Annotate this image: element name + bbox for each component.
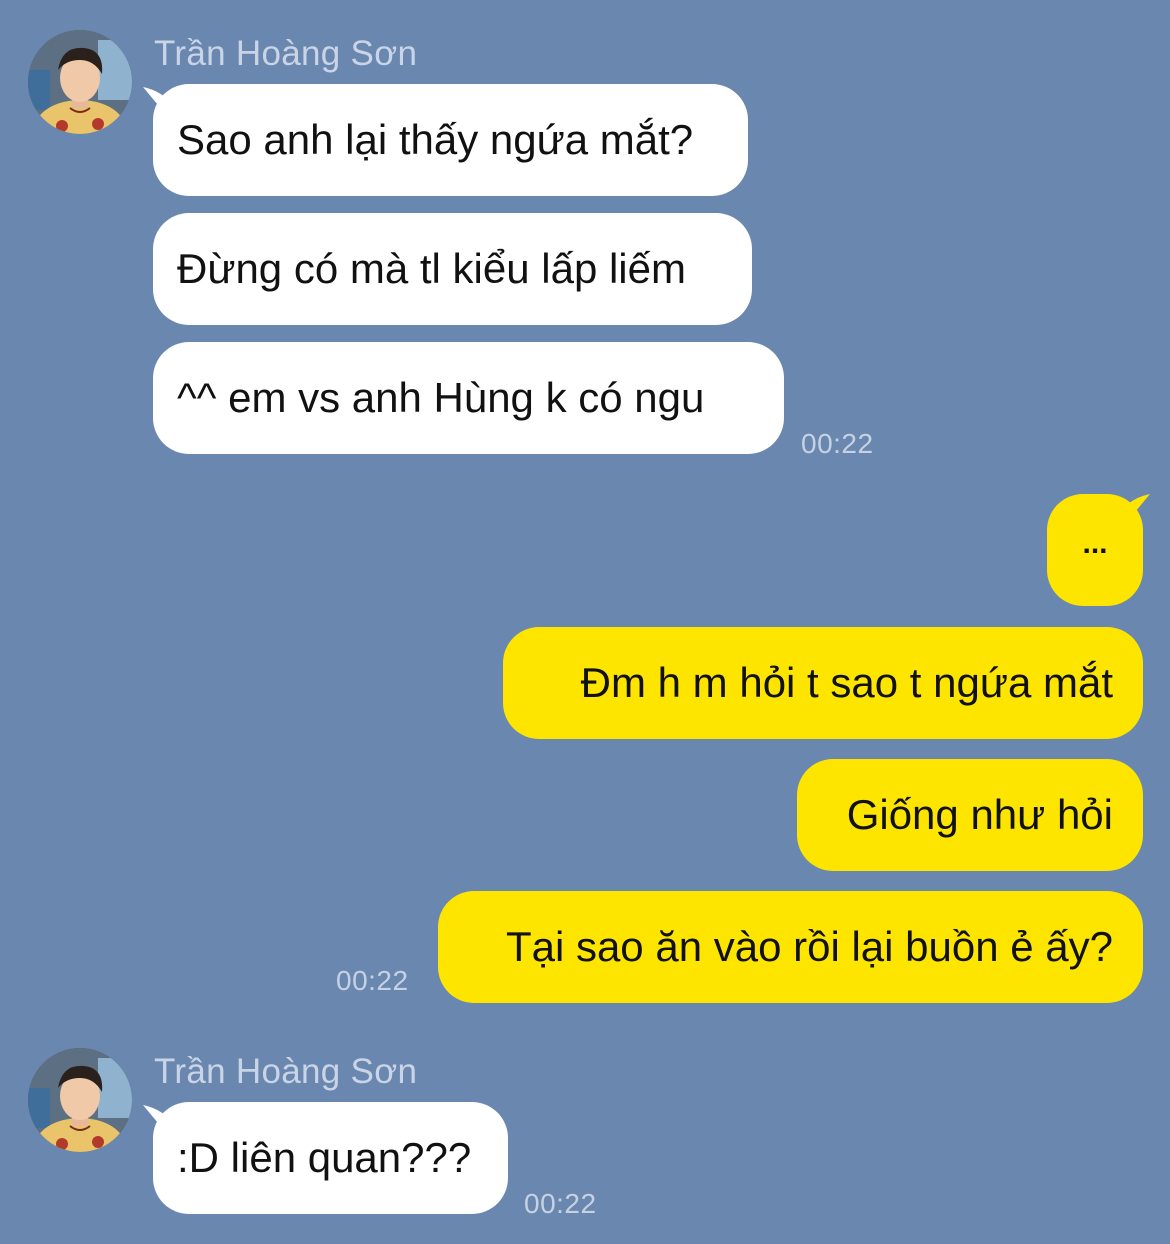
message-bubble-incoming[interactable]: Đừng có mà tl kiểu lấp liếm: [153, 213, 752, 325]
message-timestamp: 00:22: [336, 965, 409, 996]
contact-avatar[interactable]: [28, 30, 132, 134]
message-bubble-outgoing[interactable]: Giống như hỏi: [797, 759, 1143, 871]
message-bubble-incoming[interactable]: Sao anh lại thấy ngứa mắt?: [153, 84, 748, 196]
message-bubble-incoming[interactable]: :D liên quan???: [153, 1102, 508, 1214]
message-text: ...: [1082, 527, 1108, 560]
message-timestamp: 00:22: [524, 1188, 597, 1219]
sender-name: Trần Hoàng Sơn: [154, 34, 418, 73]
message-timestamp: 00:22: [801, 428, 874, 459]
message-bubble-outgoing[interactable]: ...: [1047, 494, 1143, 606]
contact-avatar[interactable]: [28, 1048, 132, 1152]
message-text: Tại sao ăn vào rồi lại buồn ẻ ấy?: [505, 923, 1113, 970]
sender-name: Trần Hoàng Sơn: [154, 1052, 418, 1091]
message-text: Sao anh lại thấy ngứa mắt?: [177, 116, 694, 163]
message-bubble-outgoing[interactable]: Tại sao ăn vào rồi lại buồn ẻ ấy?: [438, 891, 1143, 1003]
message-text: Đm h m hỏi t sao t ngứa mắt: [580, 659, 1113, 706]
message-text: ^^ em vs anh Hùng k có ngu: [177, 374, 705, 421]
chat-thread: Trần Hoàng Sơn Sao anh lại thấy ngứa mắt…: [0, 0, 1170, 1244]
message-bubble-incoming[interactable]: ^^ em vs anh Hùng k có ngu: [153, 342, 784, 454]
message-text: Đừng có mà tl kiểu lấp liếm: [177, 245, 686, 292]
message-text: Giống như hỏi: [846, 791, 1113, 838]
message-text: :D liên quan???: [177, 1134, 472, 1181]
message-bubble-outgoing[interactable]: Đm h m hỏi t sao t ngứa mắt: [503, 627, 1143, 739]
